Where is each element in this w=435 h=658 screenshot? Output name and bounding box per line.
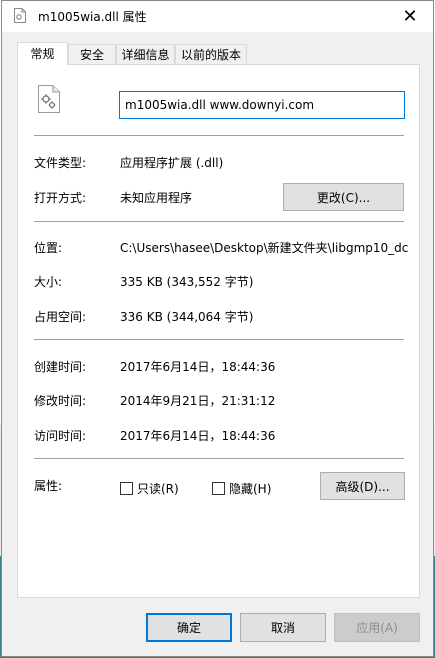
- window-title: m1005wia.dll 属性: [38, 10, 147, 24]
- created-value: 2017年6月14日，18:44:36: [120, 360, 276, 374]
- advanced-button[interactable]: 高级(D)...: [320, 472, 405, 500]
- properties-dialog: m1005wia.dll 属性 ✕ 常规 安全 详细信息 以前的版本 m1005…: [1, 0, 434, 657]
- location-value: C:\Users\hasee\Desktop\新建文件夹\libgmp10_dc: [120, 241, 409, 255]
- tab-security[interactable]: 安全: [68, 44, 116, 64]
- size-on-disk-label: 占用空间:: [34, 310, 87, 324]
- readonly-label: 只读(R): [137, 482, 179, 496]
- opens-with-label: 打开方式:: [34, 191, 87, 205]
- close-button[interactable]: ✕: [387, 1, 433, 32]
- created-label: 创建时间:: [34, 360, 87, 374]
- location-label: 位置:: [34, 241, 63, 255]
- size-value: 335 KB (343,552 字节): [120, 275, 254, 289]
- cancel-button[interactable]: 取消: [240, 613, 326, 642]
- general-panel: 文件类型: 应用程序扩展 (.dll) 打开方式: 未知应用程序 更改(C)..…: [17, 64, 420, 598]
- separator: [34, 135, 404, 136]
- attributes-label: 属性:: [34, 479, 63, 493]
- dll-file-gear-icon: [38, 85, 60, 113]
- change-button[interactable]: 更改(C)...: [283, 183, 404, 211]
- modified-label: 修改时间:: [34, 394, 87, 408]
- readonly-checkbox-box[interactable]: [120, 482, 133, 495]
- file-name-input[interactable]: [119, 91, 405, 119]
- file-type-label: 文件类型:: [34, 156, 87, 170]
- dll-file-icon: [14, 8, 26, 23]
- file-type-value: 应用程序扩展 (.dll): [120, 156, 224, 170]
- accessed-label: 访问时间:: [34, 429, 87, 443]
- modified-value: 2014年9月21日，21:31:12: [120, 394, 276, 408]
- tab-general[interactable]: 常规: [17, 42, 68, 65]
- tab-details[interactable]: 详细信息: [116, 44, 175, 64]
- size-on-disk-value: 336 KB (344,064 字节): [120, 310, 254, 324]
- hidden-label: 隐藏(H): [229, 482, 272, 496]
- hidden-checkbox-box[interactable]: [212, 482, 225, 495]
- opens-with-value: 未知应用程序: [120, 191, 193, 205]
- separator: [34, 339, 404, 340]
- accessed-value: 2017年6月14日，18:44:36: [120, 429, 276, 443]
- tab-previous-versions[interactable]: 以前的版本: [175, 44, 247, 64]
- apply-button[interactable]: 应用(A): [334, 613, 420, 642]
- readonly-checkbox[interactable]: 只读(R): [120, 480, 179, 497]
- size-label: 大小:: [34, 275, 63, 289]
- ok-button[interactable]: 确定: [146, 613, 232, 642]
- close-icon: ✕: [402, 6, 418, 27]
- title-bar[interactable]: m1005wia.dll 属性 ✕: [2, 1, 433, 32]
- hidden-checkbox[interactable]: 隐藏(H): [212, 480, 271, 497]
- separator: [34, 458, 404, 459]
- separator: [34, 221, 404, 222]
